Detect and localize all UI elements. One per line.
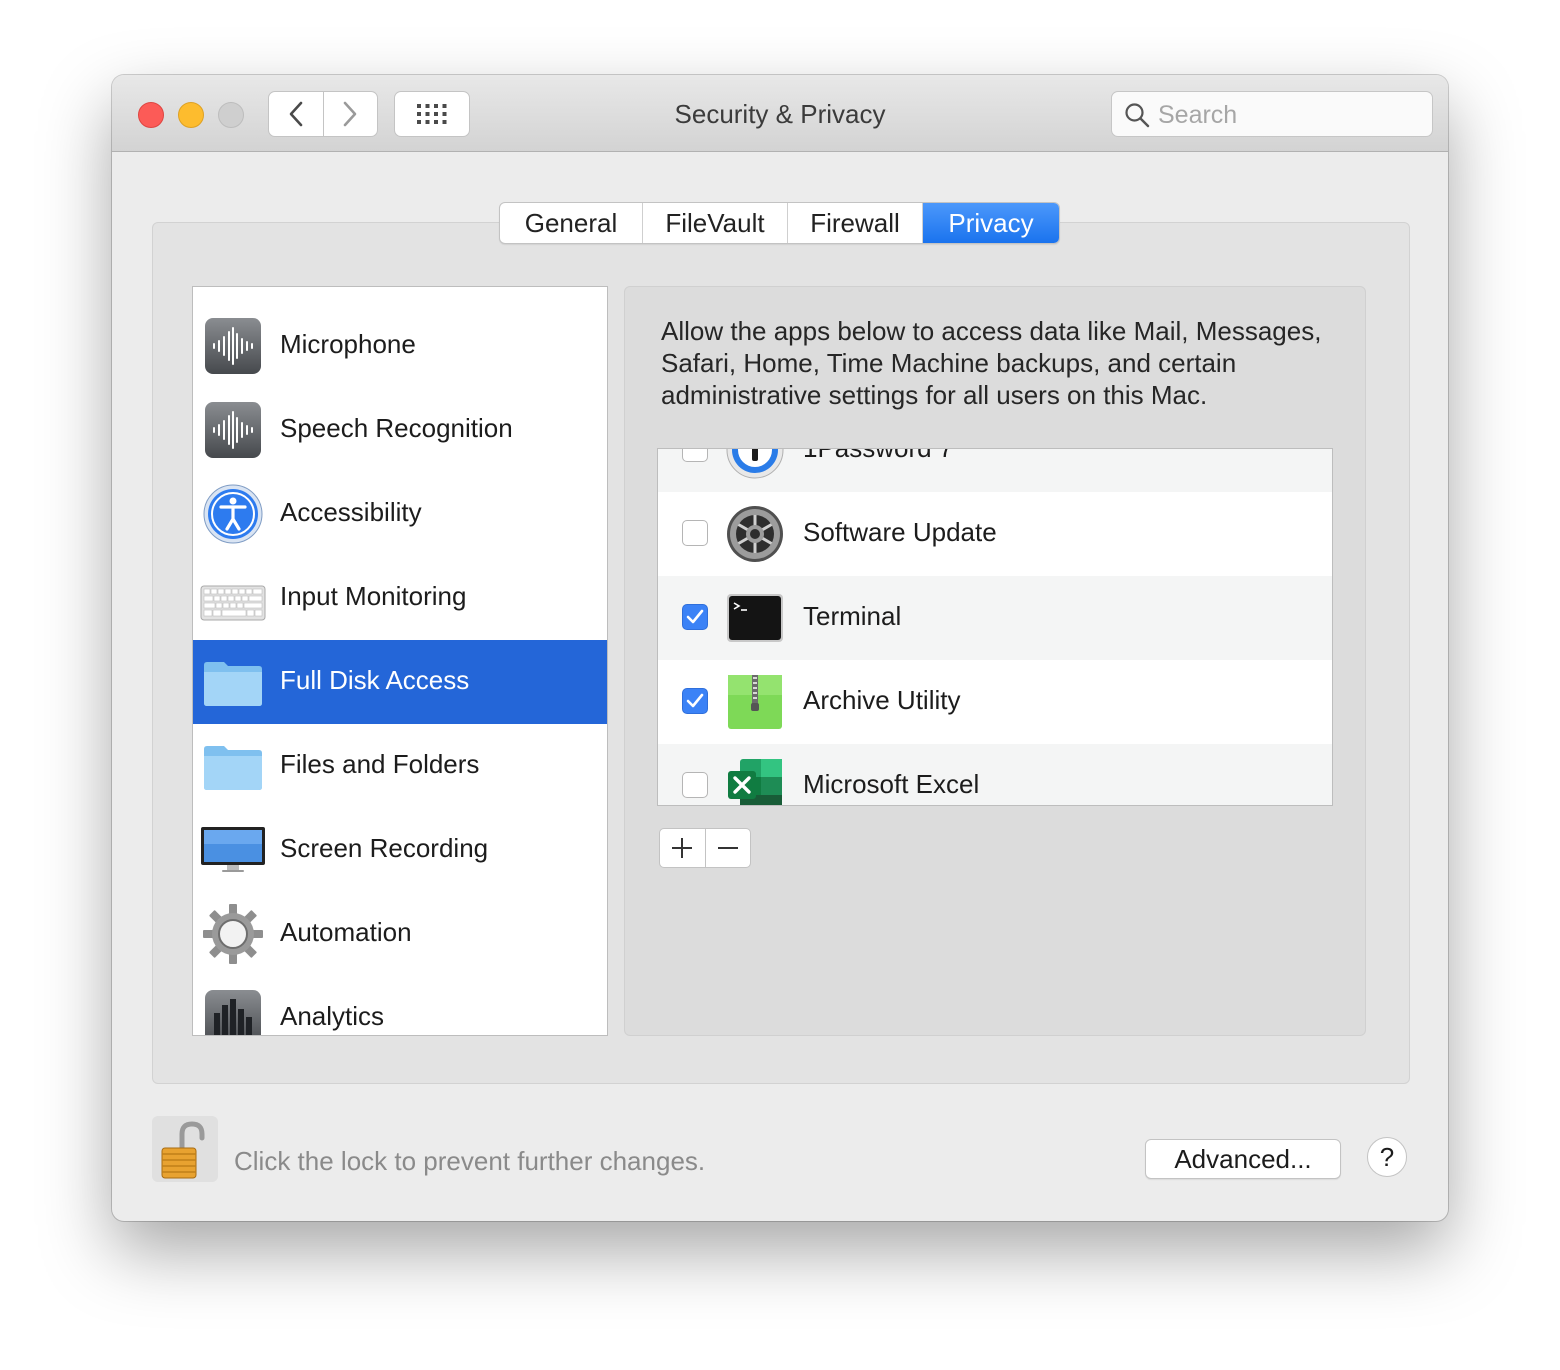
sidebar-item-full-disk-access[interactable]: Full Disk Access	[193, 640, 607, 724]
privacy-category-list[interactable]: Microphone Speech Recognition Accessibil…	[192, 286, 608, 1036]
app-row-microsoft-excel[interactable]: Microsoft Excel	[658, 744, 1332, 805]
search-icon	[1125, 103, 1150, 128]
plus-icon	[672, 838, 693, 858]
panel-description: Allow the apps below to access data like…	[661, 316, 1322, 410]
sidebar-item-label: Automation	[280, 917, 412, 947]
gear-icon	[202, 903, 264, 965]
archive-utility-icon	[726, 673, 784, 731]
checkmark-icon	[686, 609, 704, 624]
app-name: 1Password 7	[803, 448, 954, 463]
app-list[interactable]: 1Password 7 Software Update Terminal Arc…	[657, 448, 1333, 806]
app-checkbox[interactable]	[682, 772, 708, 798]
lock-status-text: Click the lock to prevent further change…	[234, 1146, 706, 1176]
sidebar-item-speech-recognition[interactable]: Speech Recognition	[193, 388, 607, 472]
app-name: Microsoft Excel	[803, 769, 980, 799]
sidebar-item-microphone[interactable]: Microphone	[193, 304, 607, 388]
add-app-button[interactable]	[660, 829, 705, 867]
tab-firewall[interactable]: Firewall	[787, 203, 922, 243]
sidebar-item-files-and-folders[interactable]: Files and Folders	[193, 724, 607, 808]
app-name: Software Update	[803, 517, 997, 547]
keyboard-icon	[200, 567, 266, 629]
terminal-icon	[726, 589, 784, 647]
folder-icon	[202, 735, 264, 797]
checkmark-icon	[686, 693, 704, 708]
1password-icon	[726, 449, 784, 479]
speech-recognition-icon	[202, 399, 264, 461]
app-checkbox[interactable]	[682, 520, 708, 546]
accessibility-icon	[202, 483, 264, 545]
tab-privacy[interactable]: Privacy	[922, 203, 1059, 243]
full-disk-access-panel: Allow the apps below to access data like…	[624, 286, 1366, 1036]
search-placeholder: Search	[1158, 101, 1238, 129]
add-remove-controls	[659, 828, 751, 868]
sidebar-item-analytics[interactable]: Analytics	[193, 976, 607, 1035]
minus-icon	[717, 847, 738, 849]
lock-button[interactable]	[152, 1116, 218, 1182]
app-checkbox-checked[interactable]	[682, 604, 708, 630]
help-button[interactable]: ?	[1367, 1137, 1407, 1177]
software-update-icon	[726, 505, 784, 563]
sidebar-item-partial[interactable]	[193, 287, 607, 299]
microphone-icon	[202, 315, 264, 377]
partial-category-icon	[202, 287, 264, 288]
advanced-button[interactable]: Advanced...	[1145, 1139, 1341, 1179]
app-checkbox-checked[interactable]	[682, 688, 708, 714]
app-row-terminal[interactable]: Terminal	[658, 576, 1332, 660]
sidebar-item-label: Input Monitoring	[280, 581, 467, 611]
sidebar-item-screen-recording[interactable]: Screen Recording	[193, 808, 607, 892]
sidebar-item-label: Screen Recording	[280, 833, 489, 863]
folder-icon	[202, 651, 264, 713]
app-row-software-update[interactable]: Software Update	[658, 492, 1332, 576]
app-name: Archive Utility	[803, 685, 961, 715]
sidebar-item-accessibility[interactable]: Accessibility	[193, 472, 607, 556]
app-checkbox[interactable]	[682, 449, 708, 462]
preferences-window: Security & Privacy Search General FileVa…	[112, 75, 1448, 1221]
sidebar-item-label: Full Disk Access	[280, 665, 470, 695]
tab-bar: General FileVault Firewall Privacy	[499, 202, 1060, 244]
tab-general[interactable]: General	[500, 203, 642, 243]
excel-icon	[726, 757, 784, 805]
search-field[interactable]: Search	[1111, 91, 1433, 137]
app-name: Terminal	[803, 601, 902, 631]
sidebar-item-label: Accessibility	[280, 497, 422, 527]
display-icon	[201, 819, 265, 881]
remove-app-button[interactable]	[704, 829, 751, 867]
sidebar-item-input-monitoring[interactable]: Input Monitoring	[193, 556, 607, 640]
analytics-icon	[202, 987, 264, 1035]
sidebar-item-label: Analytics	[280, 1001, 385, 1031]
sidebar-item-label: Speech Recognition	[280, 413, 513, 443]
app-row-archive-utility[interactable]: Archive Utility	[658, 660, 1332, 744]
sidebar-item-automation[interactable]: Automation	[193, 892, 607, 976]
app-row-1password[interactable]: 1Password 7	[658, 448, 1332, 492]
sidebar-item-label: Microphone	[280, 329, 416, 359]
sidebar-item-label: Files and Folders	[280, 749, 480, 779]
title-bar: Security & Privacy Search	[112, 75, 1448, 152]
unlocked-padlock-icon	[161, 1121, 205, 1179]
tab-filevault[interactable]: FileVault	[642, 203, 787, 243]
